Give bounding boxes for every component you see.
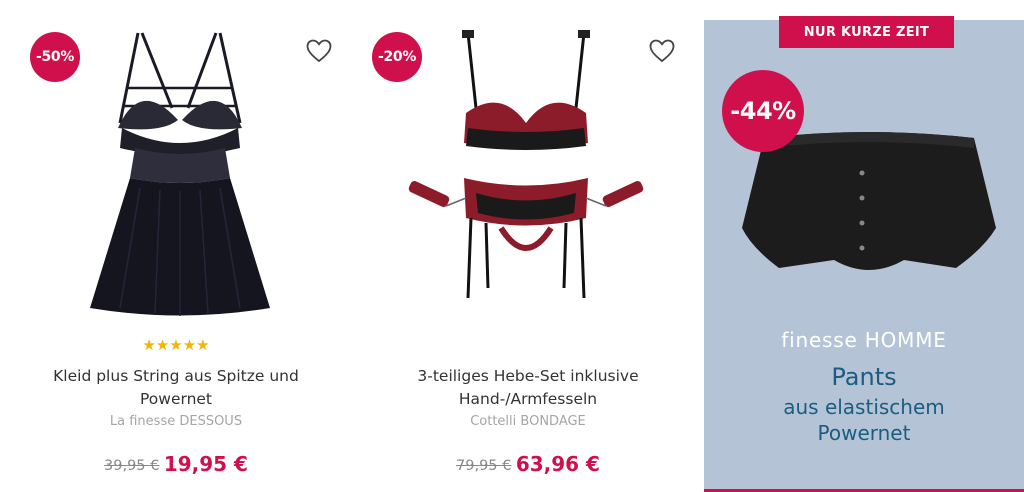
price-block: 39,95 € 19,95 € <box>0 452 352 476</box>
product-image[interactable] <box>80 28 280 318</box>
wishlist-heart-icon[interactable] <box>305 37 333 65</box>
price-block: 79,95 € 63,96 € <box>352 452 704 476</box>
wishlist-heart-icon[interactable] <box>648 37 676 65</box>
product-image[interactable] <box>406 28 646 318</box>
promo-discount-badge: -44% <box>722 70 804 152</box>
new-price: 63,96 € <box>515 452 600 476</box>
promo-tile[interactable]: NUR KURZE ZEIT -44% finesse HOMME Pants … <box>704 16 1024 492</box>
promo-subtitle-line-2: Powernet <box>817 421 911 445</box>
product-brand: La finesse DESSOUS <box>109 414 243 429</box>
promo-title: Pants <box>831 363 897 391</box>
product-title[interactable]: 3-teiliges Hebe-Set inklusive Hand-/Armf… <box>392 365 664 411</box>
product-title[interactable]: Kleid plus String aus Spitze und Powerne… <box>40 365 312 411</box>
old-price: 79,95 € <box>456 458 512 474</box>
product-card-2[interactable]: -20% 3-teiliges Hebe-Set inklusive Hand-… <box>352 0 704 492</box>
promo-banner: NUR KURZE ZEIT <box>779 16 954 48</box>
discount-badge: -50% <box>30 32 80 82</box>
promo-subtitle-line-1: aus elastischem <box>783 395 945 419</box>
rating-stars: ★★★★★ <box>142 337 210 354</box>
new-price: 19,95 € <box>163 452 248 476</box>
product-card-1[interactable]: -50% ★★★★★ Kleid plus String aus Spitze … <box>0 0 352 492</box>
product-brand: Cottelli BONDAGE <box>470 414 586 429</box>
promo-brand: finesse HOMME <box>781 328 947 352</box>
old-price: 39,95 € <box>104 458 160 474</box>
